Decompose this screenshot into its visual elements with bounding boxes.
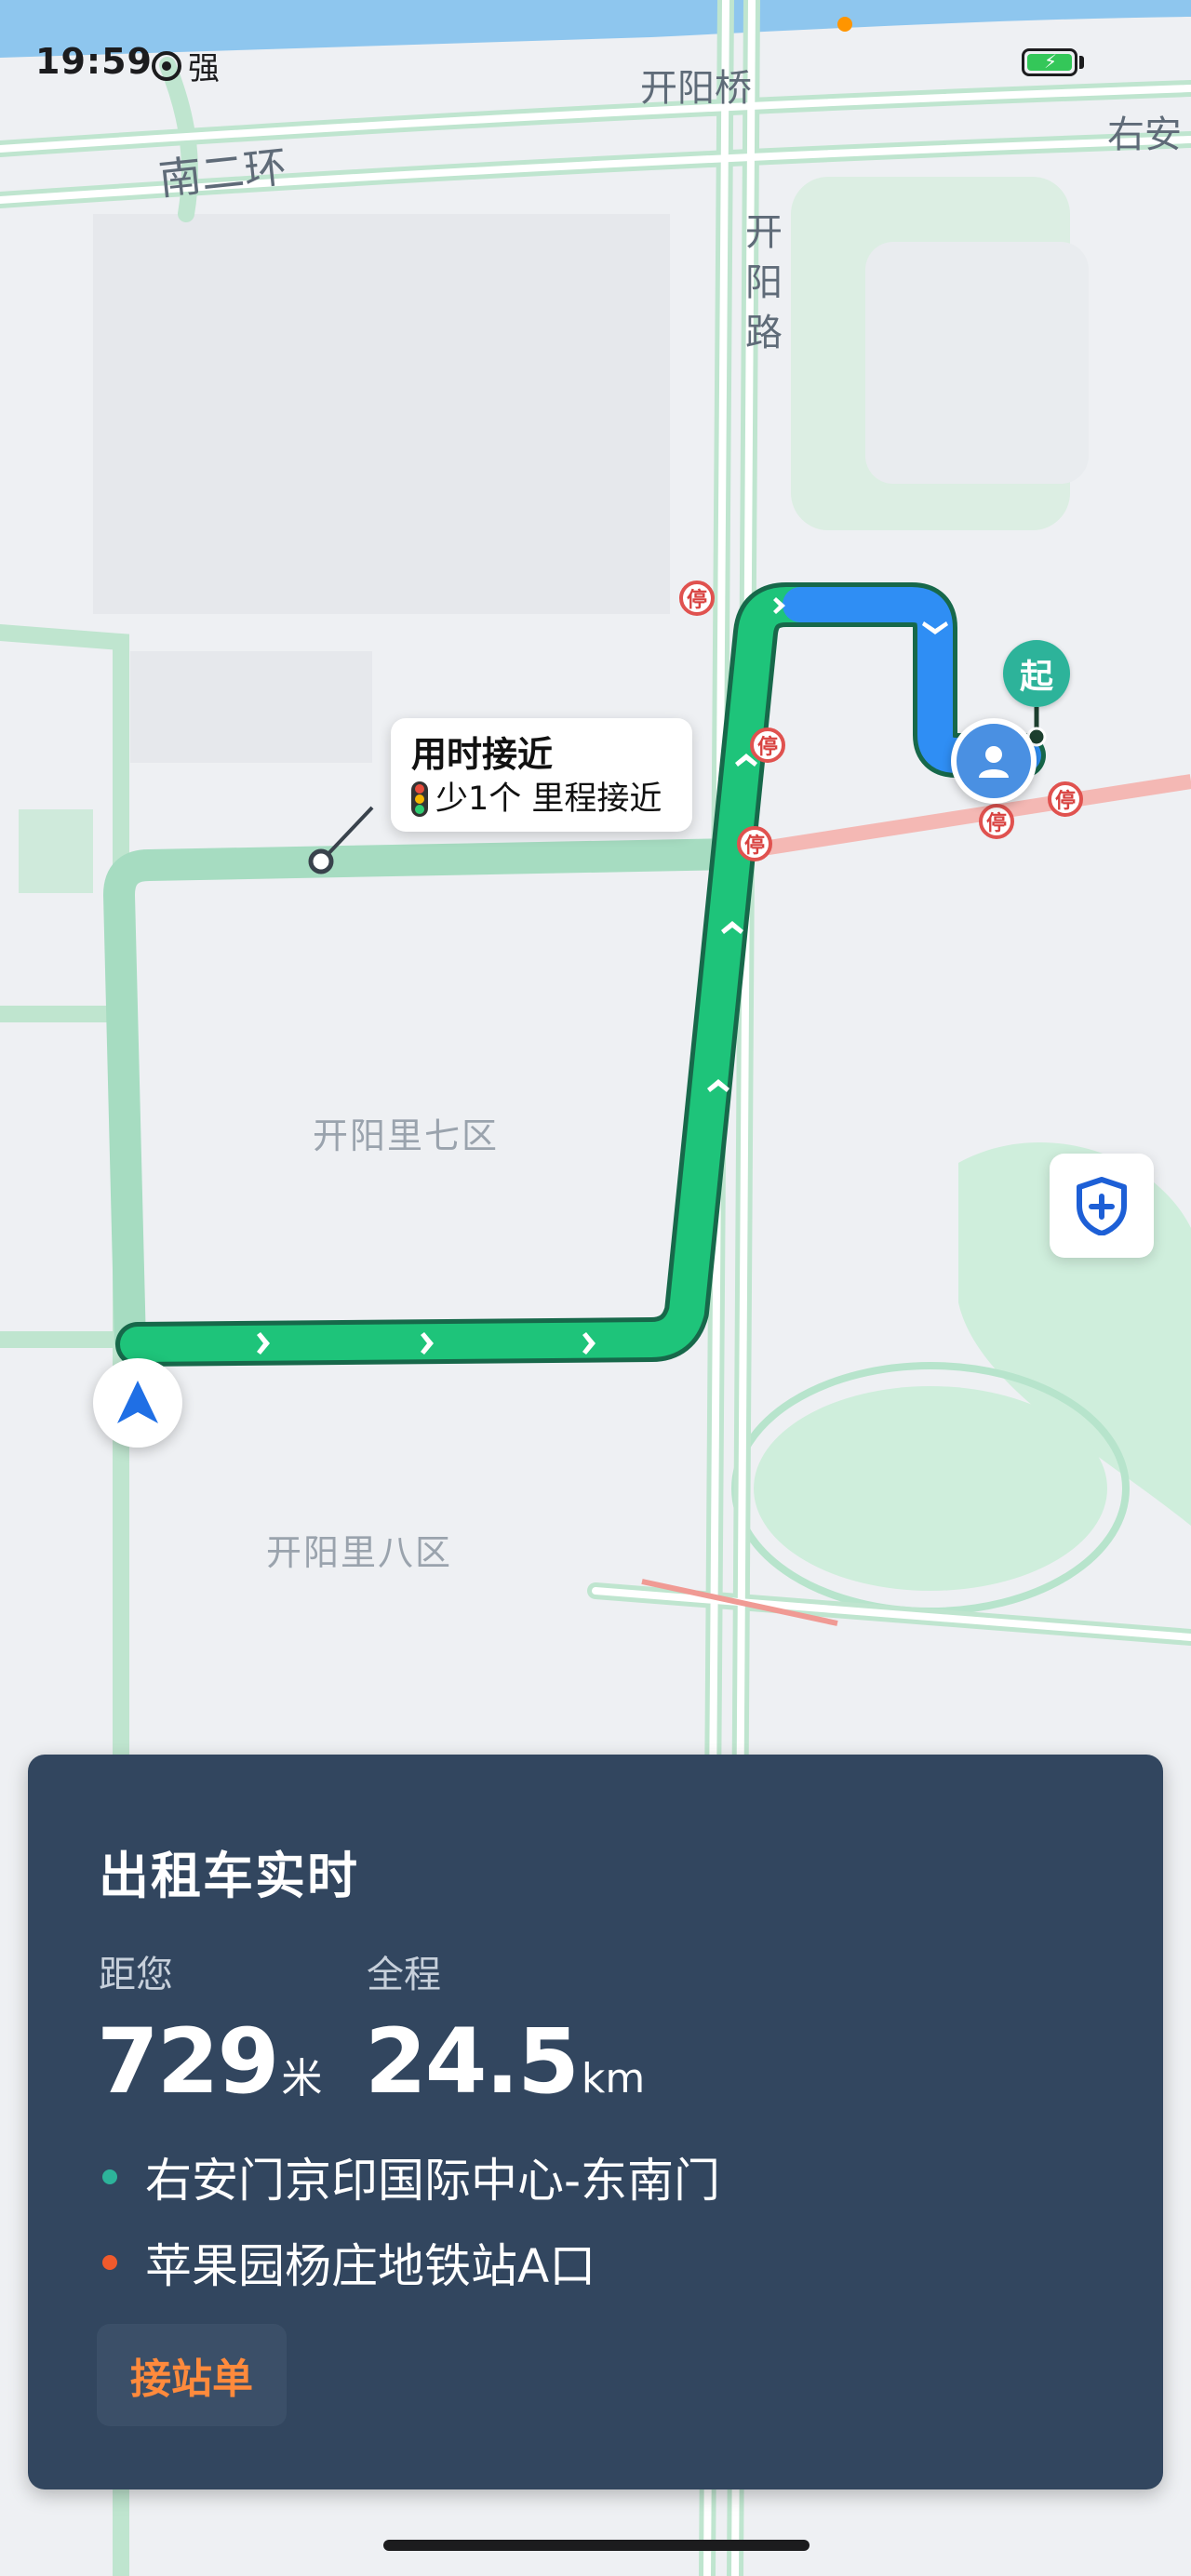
distance-to-you-stat: 729米 [97, 2017, 322, 2106]
passenger-location-marker[interactable] [951, 718, 1037, 804]
battery-icon: ⚡ [1022, 48, 1077, 76]
traffic-light-icon [411, 781, 428, 817]
pickup-order-button[interactable]: 接站单 [97, 2324, 287, 2426]
signal-strength-label: 强 [188, 50, 220, 87]
destination-dot [102, 2255, 117, 2270]
privacy-indicator-dot [837, 17, 852, 32]
total-distance-unit: km [581, 2055, 646, 2102]
distance-to-you-label: 距您 [99, 1954, 173, 1996]
stop-sign: 停 [1048, 781, 1083, 817]
driver-car-marker [93, 1358, 182, 1448]
destination-address: 苹果园杨庄地铁站A口 [145, 2239, 596, 2293]
origin-dot [102, 2169, 117, 2184]
stop-sign: 停 [679, 581, 715, 616]
shield-plus-icon [1077, 1177, 1127, 1235]
stop-sign: 停 [737, 826, 772, 861]
route-comparison-bubble[interactable]: 用时接近 少1个 里程接近 [391, 718, 692, 832]
map-label-area-8: 开阳里八区 [266, 1532, 453, 1573]
battery-tip [1079, 56, 1084, 69]
user-icon [979, 746, 1009, 778]
origin-address: 右安门京印国际中心-东南门 [145, 2154, 721, 2208]
total-distance-label: 全程 [367, 1954, 441, 1996]
origin-row: 右安门京印国际中心-东南门 [102, 2143, 720, 2210]
total-distance-stat: 24.5km [365, 2017, 645, 2106]
map-label-bridge: 开阳桥 [640, 67, 752, 110]
map-label-area-7: 开阳里七区 [313, 1115, 500, 1156]
card-title: 出租车实时 [99, 1847, 359, 1905]
distance-to-you-unit: 米 [281, 2055, 323, 2102]
stop-sign: 停 [750, 727, 785, 763]
destination-row: 苹果园杨庄地铁站A口 [102, 2229, 596, 2296]
status-time: 19:59 [35, 41, 153, 82]
route-bubble-subtitle-row: 少1个 里程接近 [411, 778, 672, 821]
navigation-arrow-icon [117, 1381, 158, 1423]
route-bubble-subtitle: 少1个 里程接近 [435, 781, 662, 818]
map-label-road-right: 右安 [1107, 113, 1182, 156]
status-signal: 强 [151, 43, 220, 88]
route-bubble-title: 用时接近 [411, 734, 554, 775]
total-distance-value: 24.5 [365, 2009, 580, 2114]
stop-sign: 停 [979, 804, 1014, 839]
start-marker: 起 [1003, 640, 1070, 707]
map-label-road-vertical: 开阳路 [739, 212, 782, 363]
signal-icon [152, 50, 181, 81]
safety-center-button[interactable] [1050, 1154, 1154, 1258]
home-indicator[interactable] [383, 2540, 810, 2551]
distance-to-you-value: 729 [97, 2009, 279, 2114]
